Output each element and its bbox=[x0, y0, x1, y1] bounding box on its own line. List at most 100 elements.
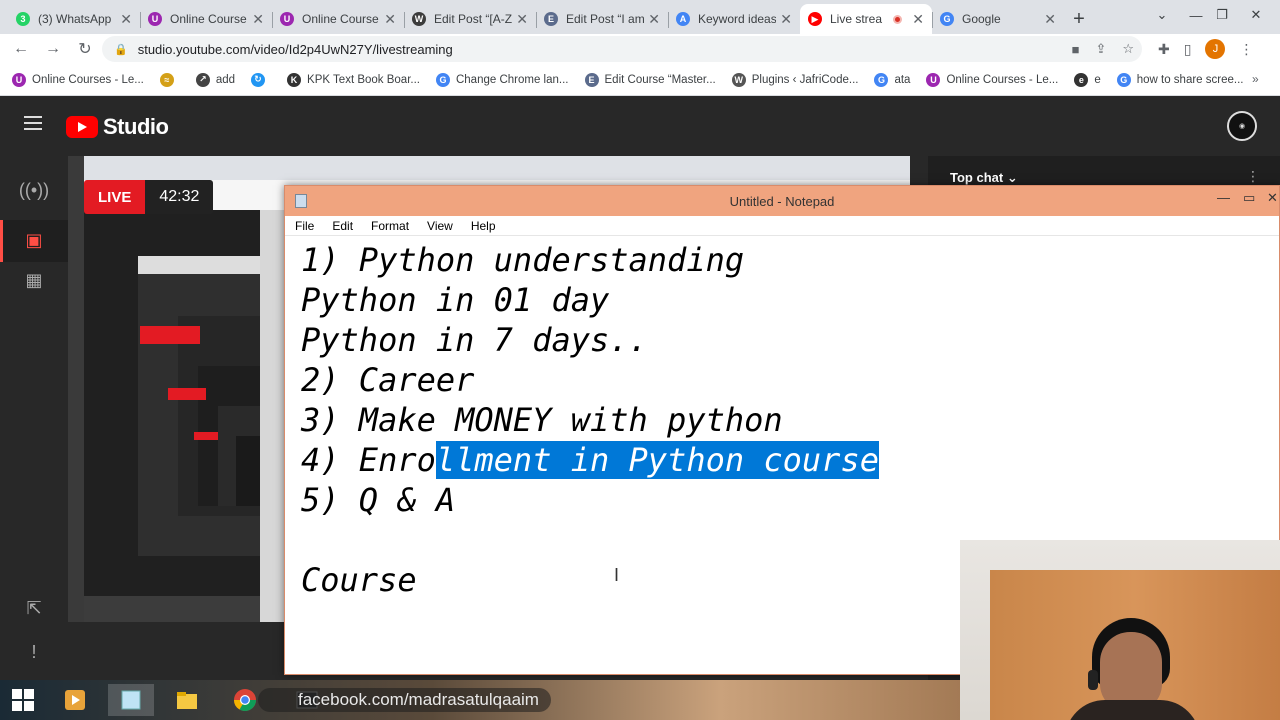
bookmark-item[interactable]: U Online Courses - Le... bbox=[926, 72, 1058, 87]
youtube-play-icon bbox=[66, 116, 98, 138]
notepad-taskbar-icon[interactable] bbox=[108, 684, 154, 716]
browser-tab[interactable]: ▶ Live strea ✕ bbox=[800, 4, 932, 34]
chat-mode-selector[interactable]: Top chat ⌄ bbox=[950, 170, 1018, 186]
forward-icon[interactable]: → bbox=[38, 40, 68, 58]
side-panel-icon[interactable]: ▯ bbox=[1184, 41, 1192, 58]
live-label: LIVE bbox=[84, 180, 146, 214]
bookmark-item[interactable]: K KPK Text Book Boar... bbox=[287, 72, 420, 87]
profile-avatar[interactable]: J bbox=[1205, 39, 1226, 59]
tab-search-icon[interactable]: ⌄ bbox=[1146, 0, 1178, 30]
browser-tab[interactable]: A Keyword ideas ✕ bbox=[668, 4, 800, 34]
bookmark-favicon-icon: E bbox=[584, 72, 599, 87]
close-tab-icon[interactable]: ✕ bbox=[120, 11, 132, 28]
stream-icon[interactable]: ((•)) bbox=[19, 178, 49, 202]
bookmark-item[interactable]: E Edit Course “Master... bbox=[584, 72, 716, 87]
google-ads-icon: A bbox=[676, 12, 690, 26]
text-line: Python in 01 day bbox=[301, 281, 610, 319]
close-tab-icon[interactable]: ✕ bbox=[1044, 11, 1056, 28]
bookmark-item[interactable]: G Change Chrome lan... bbox=[435, 72, 569, 87]
close-tab-icon[interactable]: ✕ bbox=[648, 11, 660, 28]
browser-tab[interactable]: 3 (3) WhatsApp ✕ bbox=[8, 4, 140, 34]
browser-tab[interactable]: G Google ✕ bbox=[932, 4, 1064, 34]
youtube-studio-logo[interactable]: Studio bbox=[66, 114, 169, 140]
calendar-icon[interactable]: ▦ bbox=[22, 268, 46, 292]
bookmark-item[interactable]: ↗ add bbox=[195, 72, 236, 87]
youtube-icon: ▶ bbox=[808, 12, 822, 26]
browser-menu-icon[interactable]: ⋮ bbox=[1239, 41, 1253, 58]
menu-icon[interactable] bbox=[24, 116, 42, 130]
file-explorer-icon[interactable] bbox=[164, 684, 210, 716]
windows-taskbar: facebook.com/madrasatulqaaim bbox=[0, 680, 960, 720]
notepad-titlebar[interactable]: Untitled - Notepad — ▭ ✕ bbox=[285, 186, 1279, 216]
close-tab-icon[interactable]: ✕ bbox=[912, 11, 924, 28]
bookmark-label: e bbox=[1094, 73, 1101, 86]
close-icon[interactable]: ✕ bbox=[1267, 190, 1278, 206]
text-line: 5) Q & A bbox=[301, 481, 456, 519]
omnibox-actions: ■ ⇪ ☆ bbox=[1072, 36, 1134, 62]
address-bar[interactable]: 🔒 studio.youtube.com/video/Id2p4UwN27Y/l… bbox=[102, 36, 1142, 62]
notepad-menu-edit[interactable]: Edit bbox=[332, 219, 353, 233]
browser-tab[interactable]: U Online Course ✕ bbox=[140, 4, 272, 34]
more-bookmarks-icon[interactable]: » bbox=[1252, 72, 1259, 86]
tab-list: 3 (3) WhatsApp ✕ U Online Course ✕ U Online Cou… bbox=[0, 4, 1064, 34]
notepad-menu-file[interactable]: File bbox=[295, 219, 314, 233]
chevron-down-icon: ⌄ bbox=[1006, 170, 1018, 185]
bookmark-item[interactable]: W Plugins ‹ JafriCode... bbox=[731, 72, 858, 87]
close-tab-icon[interactable]: ✕ bbox=[780, 11, 792, 28]
url-text: studio.youtube.com/video/Id2p4UwN27Y/liv… bbox=[137, 41, 453, 57]
bookmark-favicon-icon: U bbox=[926, 72, 941, 87]
bookmark-favicon-icon: K bbox=[287, 72, 302, 87]
bookmark-item[interactable]: Ghow to share scree... bbox=[1116, 72, 1244, 87]
close-tab-icon[interactable]: ✕ bbox=[384, 11, 396, 28]
browser-tab[interactable]: E Edit Post “I am ✕ bbox=[536, 4, 668, 34]
bookmark-favicon-icon: ↻ bbox=[251, 72, 266, 87]
google-icon: G bbox=[940, 12, 954, 26]
edit-icon: E bbox=[544, 12, 558, 26]
restore-browser-icon[interactable]: ❐ bbox=[1206, 0, 1238, 30]
bookmark-item[interactable]: U Online Courses - Le... bbox=[12, 72, 144, 87]
minimize-icon[interactable]: — bbox=[1217, 190, 1230, 205]
notepad-title: Untitled - Notepad bbox=[729, 194, 835, 209]
text-line: 2) Career bbox=[301, 361, 475, 399]
bookmark-favicon-icon: U bbox=[12, 72, 26, 87]
browser-tab[interactable]: U Online Course ✕ bbox=[272, 4, 404, 34]
feedback-icon[interactable]: ! bbox=[22, 640, 46, 664]
tab-title: Live strea bbox=[830, 12, 883, 26]
notepad-menu-view[interactable]: View bbox=[427, 219, 453, 233]
camera-icon[interactable]: ■ bbox=[1072, 42, 1080, 57]
maximize-icon[interactable]: ▭ bbox=[1243, 190, 1255, 206]
browser-toolbar-right: ✚ ▯ J ⋮ bbox=[1158, 34, 1253, 64]
chat-more-icon[interactable]: ⋮ bbox=[1246, 168, 1260, 185]
reload-icon[interactable]: ↻ bbox=[70, 39, 100, 59]
bookmark-label: add bbox=[215, 73, 236, 86]
browser-tab[interactable]: W Edit Post “[A-Z ✕ bbox=[404, 4, 536, 34]
close-browser-icon[interactable]: ✕ bbox=[1240, 0, 1272, 30]
share-icon[interactable]: ⇪ bbox=[1095, 41, 1106, 57]
webcam-overlay bbox=[960, 540, 1280, 720]
back-icon[interactable]: ← bbox=[6, 40, 36, 58]
bookmark-label: ata bbox=[894, 73, 911, 86]
webcam-icon[interactable]: ▣ bbox=[22, 228, 46, 252]
media-player-icon[interactable] bbox=[52, 684, 98, 716]
bookmark-star-icon[interactable]: ☆ bbox=[1122, 41, 1134, 57]
channel-avatar[interactable]: ◉ bbox=[1227, 111, 1257, 141]
recording-icon bbox=[893, 14, 903, 24]
bookmark-label: how to share scree... bbox=[1136, 73, 1244, 86]
close-tab-icon[interactable]: ✕ bbox=[252, 11, 264, 28]
notepad-menu-format[interactable]: Format bbox=[371, 219, 409, 233]
close-tab-icon[interactable]: ✕ bbox=[516, 11, 528, 28]
extensions-icon[interactable]: ✚ bbox=[1158, 41, 1170, 58]
notepad-menu-help[interactable]: Help bbox=[471, 219, 496, 233]
bookmark-item[interactable]: ee bbox=[1074, 72, 1101, 87]
tab-title: Google bbox=[962, 12, 1001, 26]
bookmark-item[interactable]: ≈ bbox=[159, 72, 180, 87]
export-icon[interactable]: ⇱ bbox=[22, 596, 46, 620]
windows-start-icon[interactable] bbox=[0, 684, 46, 716]
new-tab-button[interactable]: + bbox=[1064, 4, 1094, 34]
bookmark-item[interactable]: Gata bbox=[874, 72, 911, 87]
headset-icon bbox=[1088, 670, 1098, 690]
course-icon: U bbox=[280, 12, 294, 26]
bookmark-item[interactable]: ↻ bbox=[251, 72, 271, 87]
text-line: Course bbox=[301, 561, 417, 599]
browser-toolbar: ← → ↻ 🔒 studio.youtube.com/video/Id2p4Uw… bbox=[0, 34, 1280, 64]
